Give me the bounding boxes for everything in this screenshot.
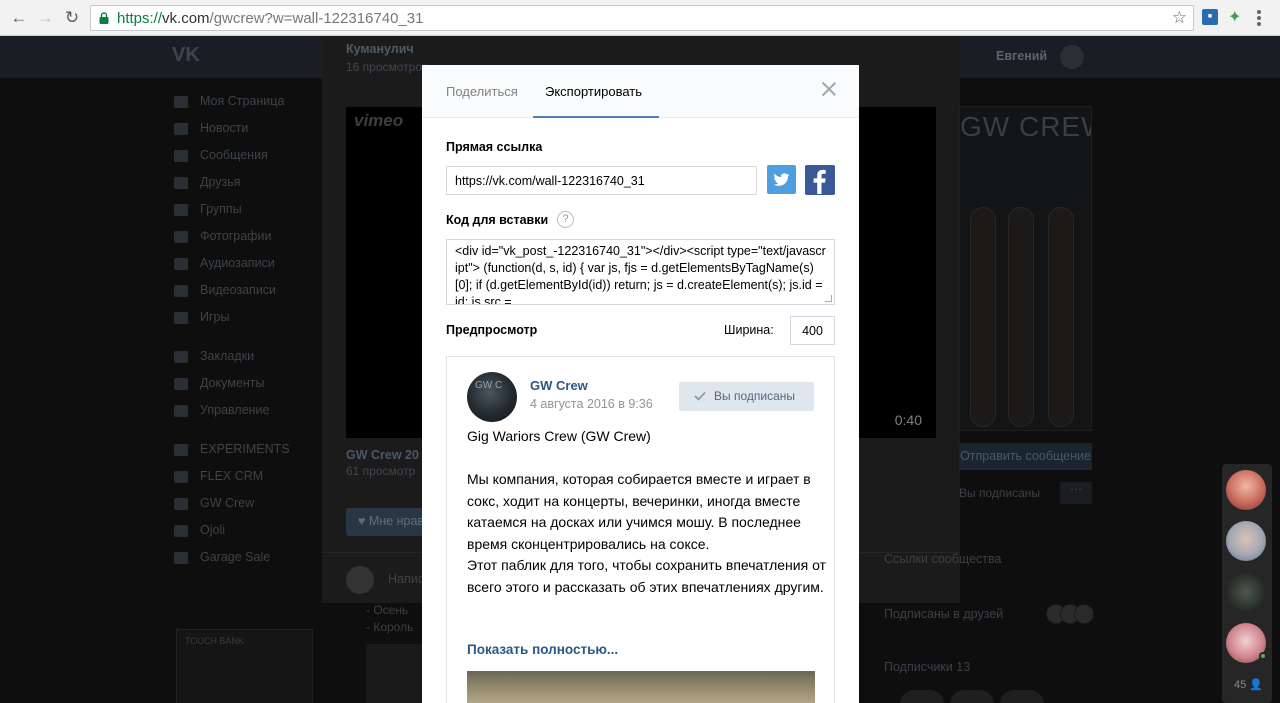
friend-avatar[interactable]	[1226, 572, 1266, 612]
bookmark-star-icon[interactable]: ☆	[1172, 8, 1187, 28]
more-actions-button[interactable]: ···	[1060, 482, 1092, 504]
video-views-count: 61 просмотр	[346, 464, 416, 478]
sidebar-item[interactable]: Сообщения	[170, 148, 290, 175]
header-user-name[interactable]: Евгений	[996, 49, 1047, 63]
online-status-dot	[1259, 652, 1267, 660]
friend-avatar[interactable]	[1226, 521, 1266, 561]
width-input[interactable]: 400	[790, 316, 835, 345]
left-sidebar: Моя Страница Новости Сообщения Друзья Гр…	[170, 94, 290, 577]
group-cover[interactable]: GW CREW	[959, 106, 1092, 431]
sidebar-item[interactable]: Аудиозаписи	[170, 256, 290, 283]
wall-thumbnail[interactable]	[366, 644, 426, 703]
subscription-status[interactable]: Вы подписаны	[959, 486, 1040, 500]
browser-toolbar: ← → ↻ https://vk.com/gwcrew?w=wall-12231…	[0, 0, 1280, 36]
video-views: 16 просмотров	[346, 60, 429, 74]
video-duration: 0:40	[894, 412, 922, 428]
video-title[interactable]: GW Crew 20	[346, 448, 419, 462]
friend-avatar[interactable]	[1226, 470, 1266, 510]
post-text: Gig Wariors Crew (GW Crew) Мы компания, …	[467, 428, 826, 595]
browser-menu-icon[interactable]	[1256, 8, 1262, 28]
twitter-share-button[interactable]	[767, 165, 796, 194]
friends-avatars	[1046, 604, 1102, 624]
share-export-modal: Поделиться Экспортировать Прямая ссылка …	[422, 65, 859, 703]
followers-heading[interactable]: Подписчики 13	[884, 660, 970, 674]
online-count[interactable]: 45 👤	[1234, 678, 1263, 691]
post-preview: GW C GW Crew 4 августа 2016 в 9:36 Вы по…	[446, 356, 835, 703]
direct-link-field[interactable]: https://vk.com/wall-122316740_31	[446, 166, 757, 195]
sidebar-item[interactable]: Управление	[170, 403, 290, 430]
send-message-button[interactable]: Отправить сообщение	[959, 443, 1092, 470]
reload-icon[interactable]: ↻	[61, 7, 83, 29]
checkmark-icon	[694, 391, 706, 401]
extension-sprout-icon[interactable]: ✦	[1228, 7, 1244, 27]
extension-icon[interactable]: ■	[1202, 9, 1218, 25]
sidebar-item[interactable]: Игры	[170, 310, 290, 337]
direct-link-label: Прямая ссылка	[446, 140, 543, 154]
sidebar-item[interactable]: GW Crew	[170, 496, 290, 523]
sidebar-item[interactable]: Документы	[170, 376, 290, 403]
close-icon[interactable]	[821, 81, 837, 97]
sidebar-item[interactable]: Фотографии	[170, 229, 290, 256]
group-avatar[interactable]: GW C	[467, 372, 517, 422]
video-author[interactable]: Куманулич	[346, 42, 414, 56]
sidebar-item[interactable]: Закладки	[170, 349, 290, 376]
followers-avatars	[900, 690, 1044, 703]
active-tab-indicator	[533, 116, 659, 118]
lock-icon	[99, 12, 109, 24]
width-label: Ширина:	[724, 323, 774, 337]
tab-share[interactable]: Поделиться	[446, 84, 518, 99]
embed-code-label: Код для вставки	[446, 213, 549, 227]
sidebar-ad-card[interactable]: TOUCH BANK	[176, 629, 313, 703]
address-bar[interactable]: https://vk.com/gwcrew?w=wall-122316740_3…	[90, 5, 1194, 31]
forward-icon[interactable]: →	[34, 7, 56, 29]
tab-export[interactable]: Экспортировать	[545, 84, 642, 99]
community-links[interactable]: Ссылки сообщества	[884, 552, 1001, 566]
sidebar-item[interactable]: Видеозаписи	[170, 283, 290, 310]
twitter-icon	[773, 173, 789, 186]
sidebar-item[interactable]: Группы	[170, 202, 290, 229]
subscribed-button[interactable]: Вы подписаны	[679, 382, 814, 411]
post-date[interactable]: 4 августа 2016 в 9:36	[530, 397, 653, 411]
back-icon[interactable]: ←	[8, 7, 30, 29]
wall-text: - Осень - Король	[366, 603, 414, 634]
sidebar-item[interactable]: Новости	[170, 121, 290, 148]
embed-code-textarea[interactable]: <div id="vk_post_-122316740_31"></div><s…	[446, 239, 835, 305]
facebook-share-button[interactable]	[805, 165, 835, 195]
vk-logo-icon[interactable]: VK	[172, 44, 200, 67]
sidebar-item[interactable]: Ojoli	[170, 523, 290, 550]
online-friends-strip: 45 👤	[1222, 464, 1272, 703]
resize-grip-icon[interactable]	[825, 295, 832, 302]
show-more-link[interactable]: Показать полностью...	[467, 642, 618, 657]
sidebar-item[interactable]: Моя Страница	[170, 94, 290, 121]
modal-tabs: Поделиться Экспортировать	[422, 65, 859, 118]
friends-subscribed[interactable]: Подписаны в друзей	[884, 607, 1003, 621]
ad-text: TOUCH BANK	[185, 636, 244, 646]
preview-label: Предпросмотр	[446, 323, 538, 337]
sidebar-item[interactable]: EXPERIMENTS	[170, 442, 290, 469]
header-avatar[interactable]	[1060, 45, 1084, 69]
sidebar-item[interactable]: FLEX CRM	[170, 469, 290, 496]
sidebar-item[interactable]: Друзья	[170, 175, 290, 202]
vimeo-logo-icon: vimeo	[354, 111, 404, 130]
post-image[interactable]	[467, 671, 815, 703]
help-icon[interactable]: ?	[557, 211, 574, 228]
group-name-link[interactable]: GW Crew	[530, 378, 588, 393]
comment-avatar	[346, 566, 374, 594]
url-text: https://vk.com/gwcrew?w=wall-122316740_3…	[117, 10, 424, 27]
facebook-icon	[813, 169, 826, 194]
sidebar-item[interactable]: Garage Sale	[170, 550, 290, 577]
